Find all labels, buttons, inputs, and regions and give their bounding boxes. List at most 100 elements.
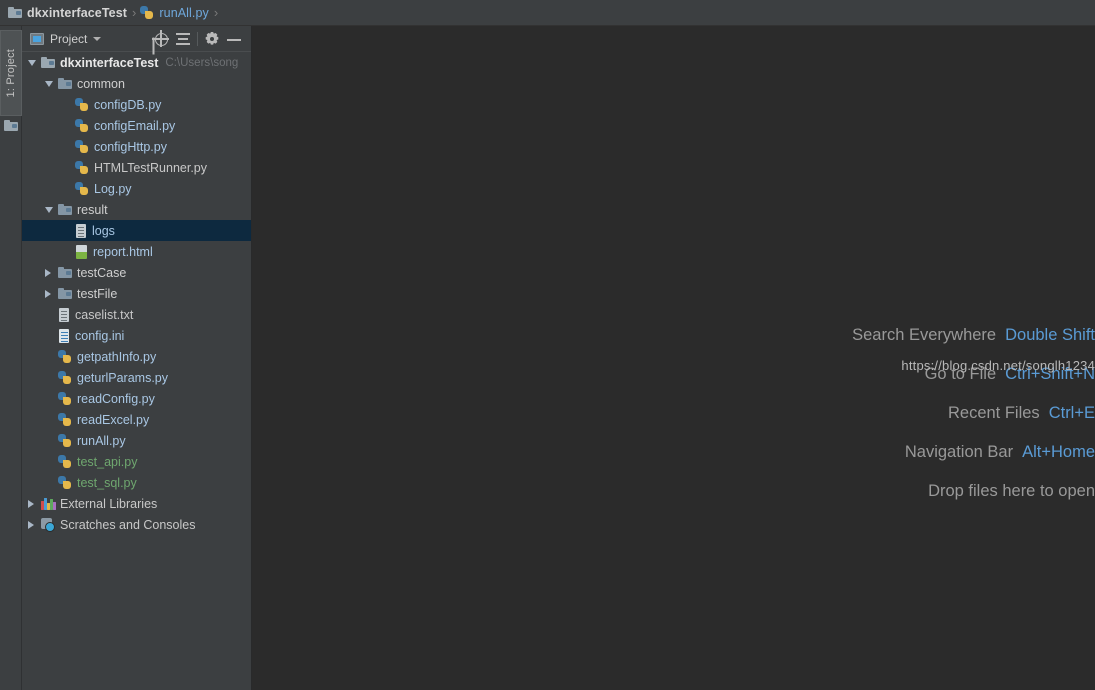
tree-node-icon bbox=[58, 267, 77, 278]
shortcut-hint-key: Double Shift bbox=[1005, 326, 1095, 345]
tree-node[interactable]: HTMLTestRunner.py bbox=[22, 157, 251, 178]
project-panel-header: Project bbox=[22, 26, 251, 52]
folder-icon bbox=[4, 120, 18, 131]
tree-node-icon bbox=[58, 329, 75, 343]
tree-node[interactable]: dkxinterfaceTestC:\Users\song bbox=[22, 52, 251, 73]
folder-icon bbox=[58, 267, 72, 278]
breadcrumb-project-label: dkxinterfaceTest bbox=[27, 6, 127, 20]
chevron-right-icon[interactable] bbox=[28, 521, 41, 529]
tree-node[interactable]: Log.py bbox=[22, 178, 251, 199]
shortcut-hint-action: Drop files here to open bbox=[928, 482, 1095, 501]
chevron-down-icon[interactable] bbox=[45, 81, 58, 87]
tree-node[interactable]: configHttp.py bbox=[22, 136, 251, 157]
tree-node-label: Log.py bbox=[94, 182, 132, 196]
tree-node-label: readConfig.py bbox=[77, 392, 155, 406]
tree-node[interactable]: config.ini bbox=[22, 325, 251, 346]
breadcrumb-separator-icon: › bbox=[132, 5, 136, 20]
tree-node-label: caselist.txt bbox=[75, 308, 133, 322]
tree-node[interactable]: result bbox=[22, 199, 251, 220]
tree-node-icon bbox=[75, 140, 94, 154]
watermark-url: https://blog.csdn.net/songlh1234 bbox=[901, 358, 1095, 373]
chevron-down-icon[interactable] bbox=[28, 60, 41, 66]
tree-node[interactable]: runAll.py bbox=[22, 430, 251, 451]
tree-node[interactable]: External Libraries bbox=[22, 493, 251, 514]
chevron-down-icon[interactable] bbox=[93, 37, 101, 41]
folder-icon bbox=[58, 204, 72, 215]
tree-node-label: HTMLTestRunner.py bbox=[94, 161, 207, 175]
tree-node-icon bbox=[75, 182, 94, 196]
shortcut-hint-row: Navigation BarAlt+Home bbox=[252, 443, 1095, 482]
tree-node-icon bbox=[58, 350, 77, 364]
tree-node-label: configHttp.py bbox=[94, 140, 167, 154]
shortcut-hint-action: Search Everywhere bbox=[852, 326, 996, 345]
collapse-all-icon[interactable] bbox=[172, 28, 194, 50]
tree-node-icon bbox=[58, 476, 77, 490]
tree-node[interactable]: report.html bbox=[22, 241, 251, 262]
minimize-icon[interactable] bbox=[223, 28, 245, 50]
tree-node[interactable]: configDB.py bbox=[22, 94, 251, 115]
tree-node[interactable]: configEmail.py bbox=[22, 115, 251, 136]
tree-node-icon bbox=[58, 413, 77, 427]
tree-node-path-hint: C:\Users\song bbox=[165, 57, 238, 69]
tree-node[interactable]: caselist.txt bbox=[22, 304, 251, 325]
tree-node-icon bbox=[75, 161, 94, 175]
tree-node-icon bbox=[75, 119, 94, 133]
python-file-icon bbox=[58, 476, 72, 490]
chevron-right-icon[interactable] bbox=[28, 500, 41, 508]
project-panel-actions bbox=[150, 26, 245, 52]
chevron-right-icon[interactable] bbox=[45, 269, 58, 277]
python-file-icon bbox=[75, 119, 89, 133]
tree-node-label: External Libraries bbox=[60, 497, 157, 511]
tree-node-label: configEmail.py bbox=[94, 119, 175, 133]
python-file-icon bbox=[58, 350, 72, 364]
shortcut-hint-row: Drop files here to open bbox=[252, 482, 1095, 521]
tree-node-label: logs bbox=[92, 224, 115, 238]
breadcrumb-item-project[interactable]: dkxinterfaceTest bbox=[8, 0, 127, 26]
python-file-icon bbox=[75, 182, 89, 196]
breadcrumb-item-file[interactable]: runAll.py bbox=[140, 0, 209, 26]
tree-node[interactable]: readExcel.py bbox=[22, 409, 251, 430]
chevron-right-icon[interactable] bbox=[45, 290, 58, 298]
tool-window-strip: 1: Project bbox=[0, 26, 22, 690]
tree-node[interactable]: test_sql.py bbox=[22, 472, 251, 493]
python-file-icon bbox=[58, 392, 72, 406]
tree-node[interactable]: common bbox=[22, 73, 251, 94]
python-file-icon bbox=[75, 161, 89, 175]
tree-node-icon bbox=[58, 371, 77, 385]
external-libraries-icon bbox=[41, 497, 55, 510]
tree-node-label: Scratches and Consoles bbox=[60, 518, 196, 532]
project-tree: dkxinterfaceTestC:\Users\song common confi… bbox=[22, 52, 251, 535]
project-panel-selector[interactable]: Project bbox=[30, 32, 101, 46]
ini-file-icon bbox=[58, 329, 70, 343]
python-file-icon bbox=[58, 434, 72, 448]
tree-node-icon bbox=[41, 57, 60, 68]
tree-node-label: test_api.py bbox=[77, 455, 137, 469]
tree-node[interactable]: readConfig.py bbox=[22, 388, 251, 409]
tree-node[interactable]: testFile bbox=[22, 283, 251, 304]
tree-node-label: runAll.py bbox=[77, 434, 126, 448]
tool-window-button-project[interactable]: 1: Project bbox=[0, 30, 22, 116]
project-view-icon bbox=[30, 33, 44, 45]
tree-node-label: testFile bbox=[77, 287, 117, 301]
chevron-down-icon[interactable] bbox=[45, 207, 58, 213]
shortcut-hint-action: Recent Files bbox=[948, 404, 1040, 423]
tree-node[interactable]: geturlParams.py bbox=[22, 367, 251, 388]
toolbar-divider bbox=[197, 32, 198, 46]
tree-node[interactable]: logs bbox=[22, 220, 251, 241]
tree-node[interactable]: Scratches and Consoles bbox=[22, 514, 251, 535]
python-file-icon bbox=[75, 98, 89, 112]
folder-icon bbox=[58, 78, 72, 89]
locate-in-tree-icon[interactable] bbox=[150, 28, 172, 50]
tree-node-icon bbox=[41, 518, 60, 532]
python-file-icon bbox=[58, 413, 72, 427]
project-panel: Project dkxinterfaceTestC:\Users\song com… bbox=[22, 26, 252, 690]
python-file-icon bbox=[140, 6, 154, 20]
gear-icon[interactable] bbox=[201, 28, 223, 50]
breadcrumb-trailing-separator-icon: › bbox=[214, 5, 218, 20]
tree-node[interactable]: test_api.py bbox=[22, 451, 251, 472]
tree-node[interactable]: getpathInfo.py bbox=[22, 346, 251, 367]
tree-node-icon bbox=[58, 308, 75, 322]
tree-node[interactable]: testCase bbox=[22, 262, 251, 283]
tree-node-label: common bbox=[77, 77, 125, 91]
python-file-icon bbox=[75, 140, 89, 154]
